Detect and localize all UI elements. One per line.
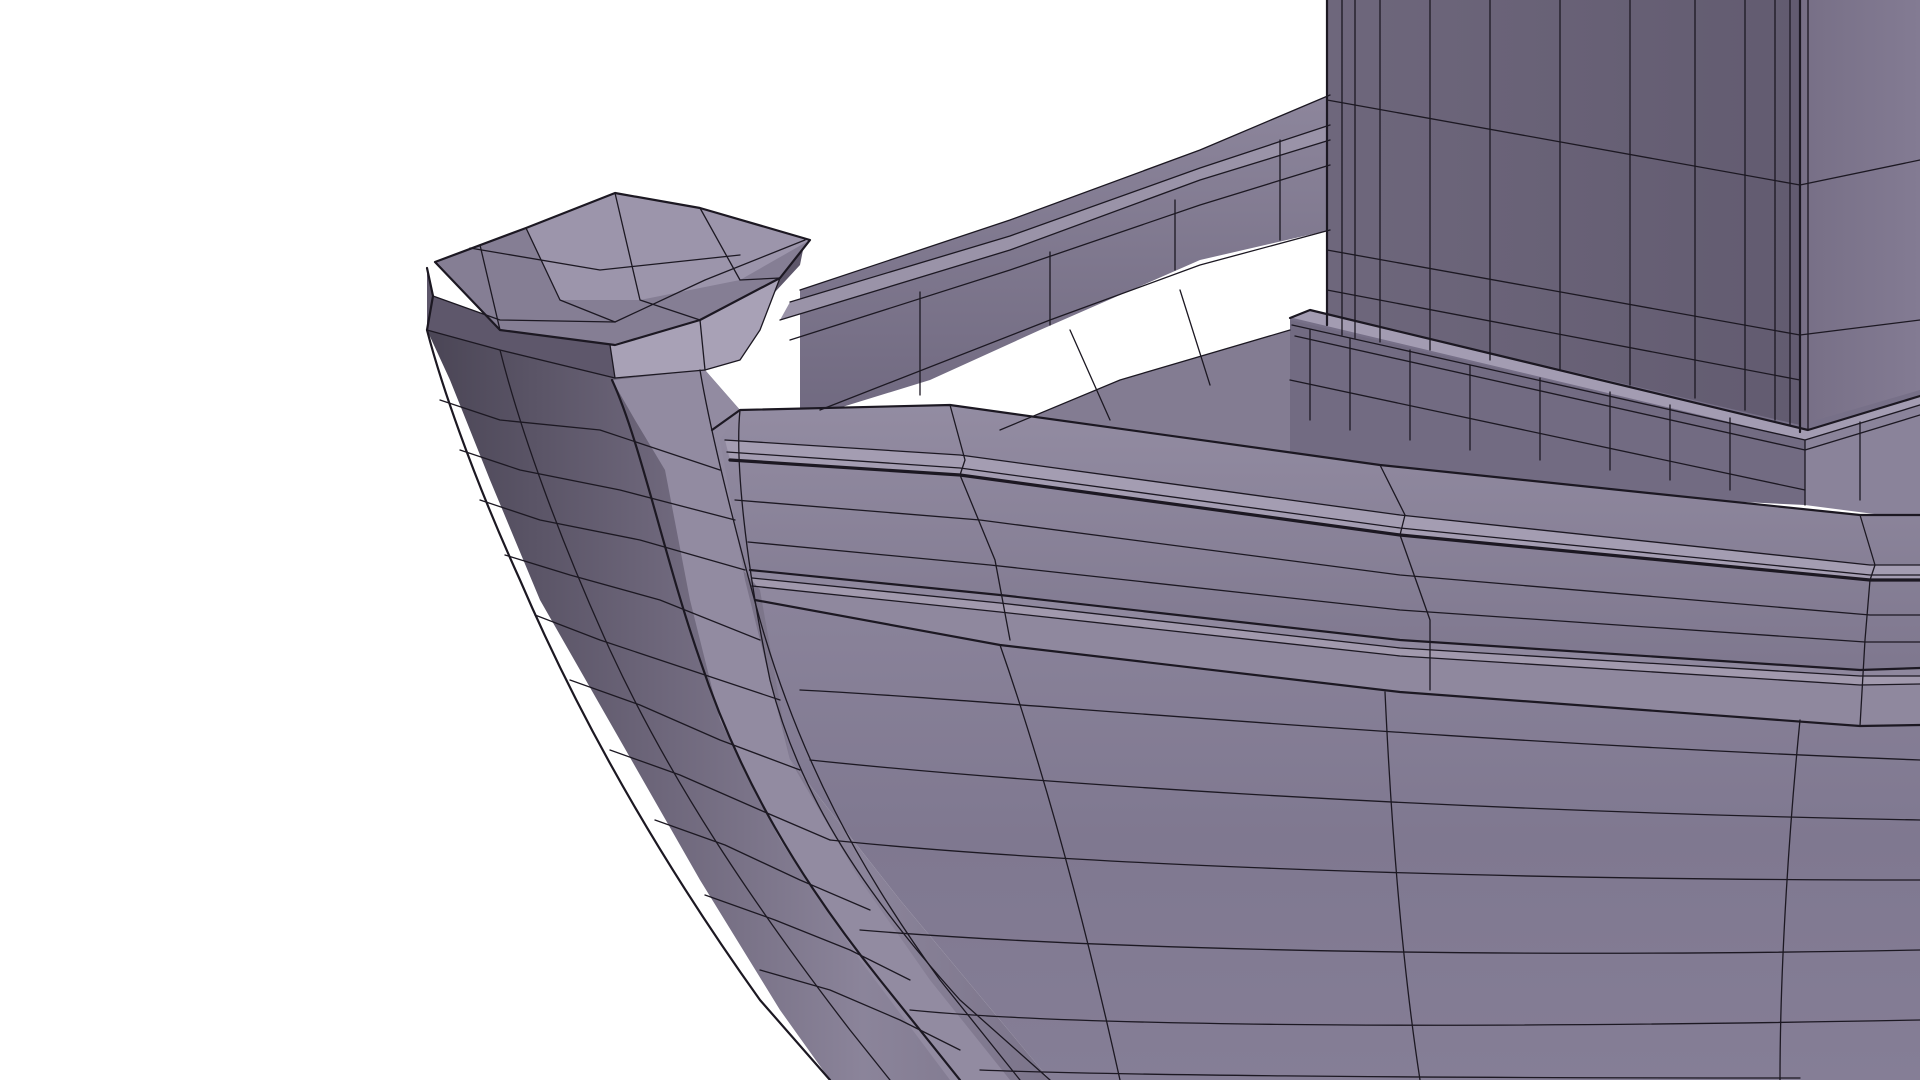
render-viewport[interactable] [0, 0, 1920, 1080]
boat-model-render [425, 0, 1920, 1080]
